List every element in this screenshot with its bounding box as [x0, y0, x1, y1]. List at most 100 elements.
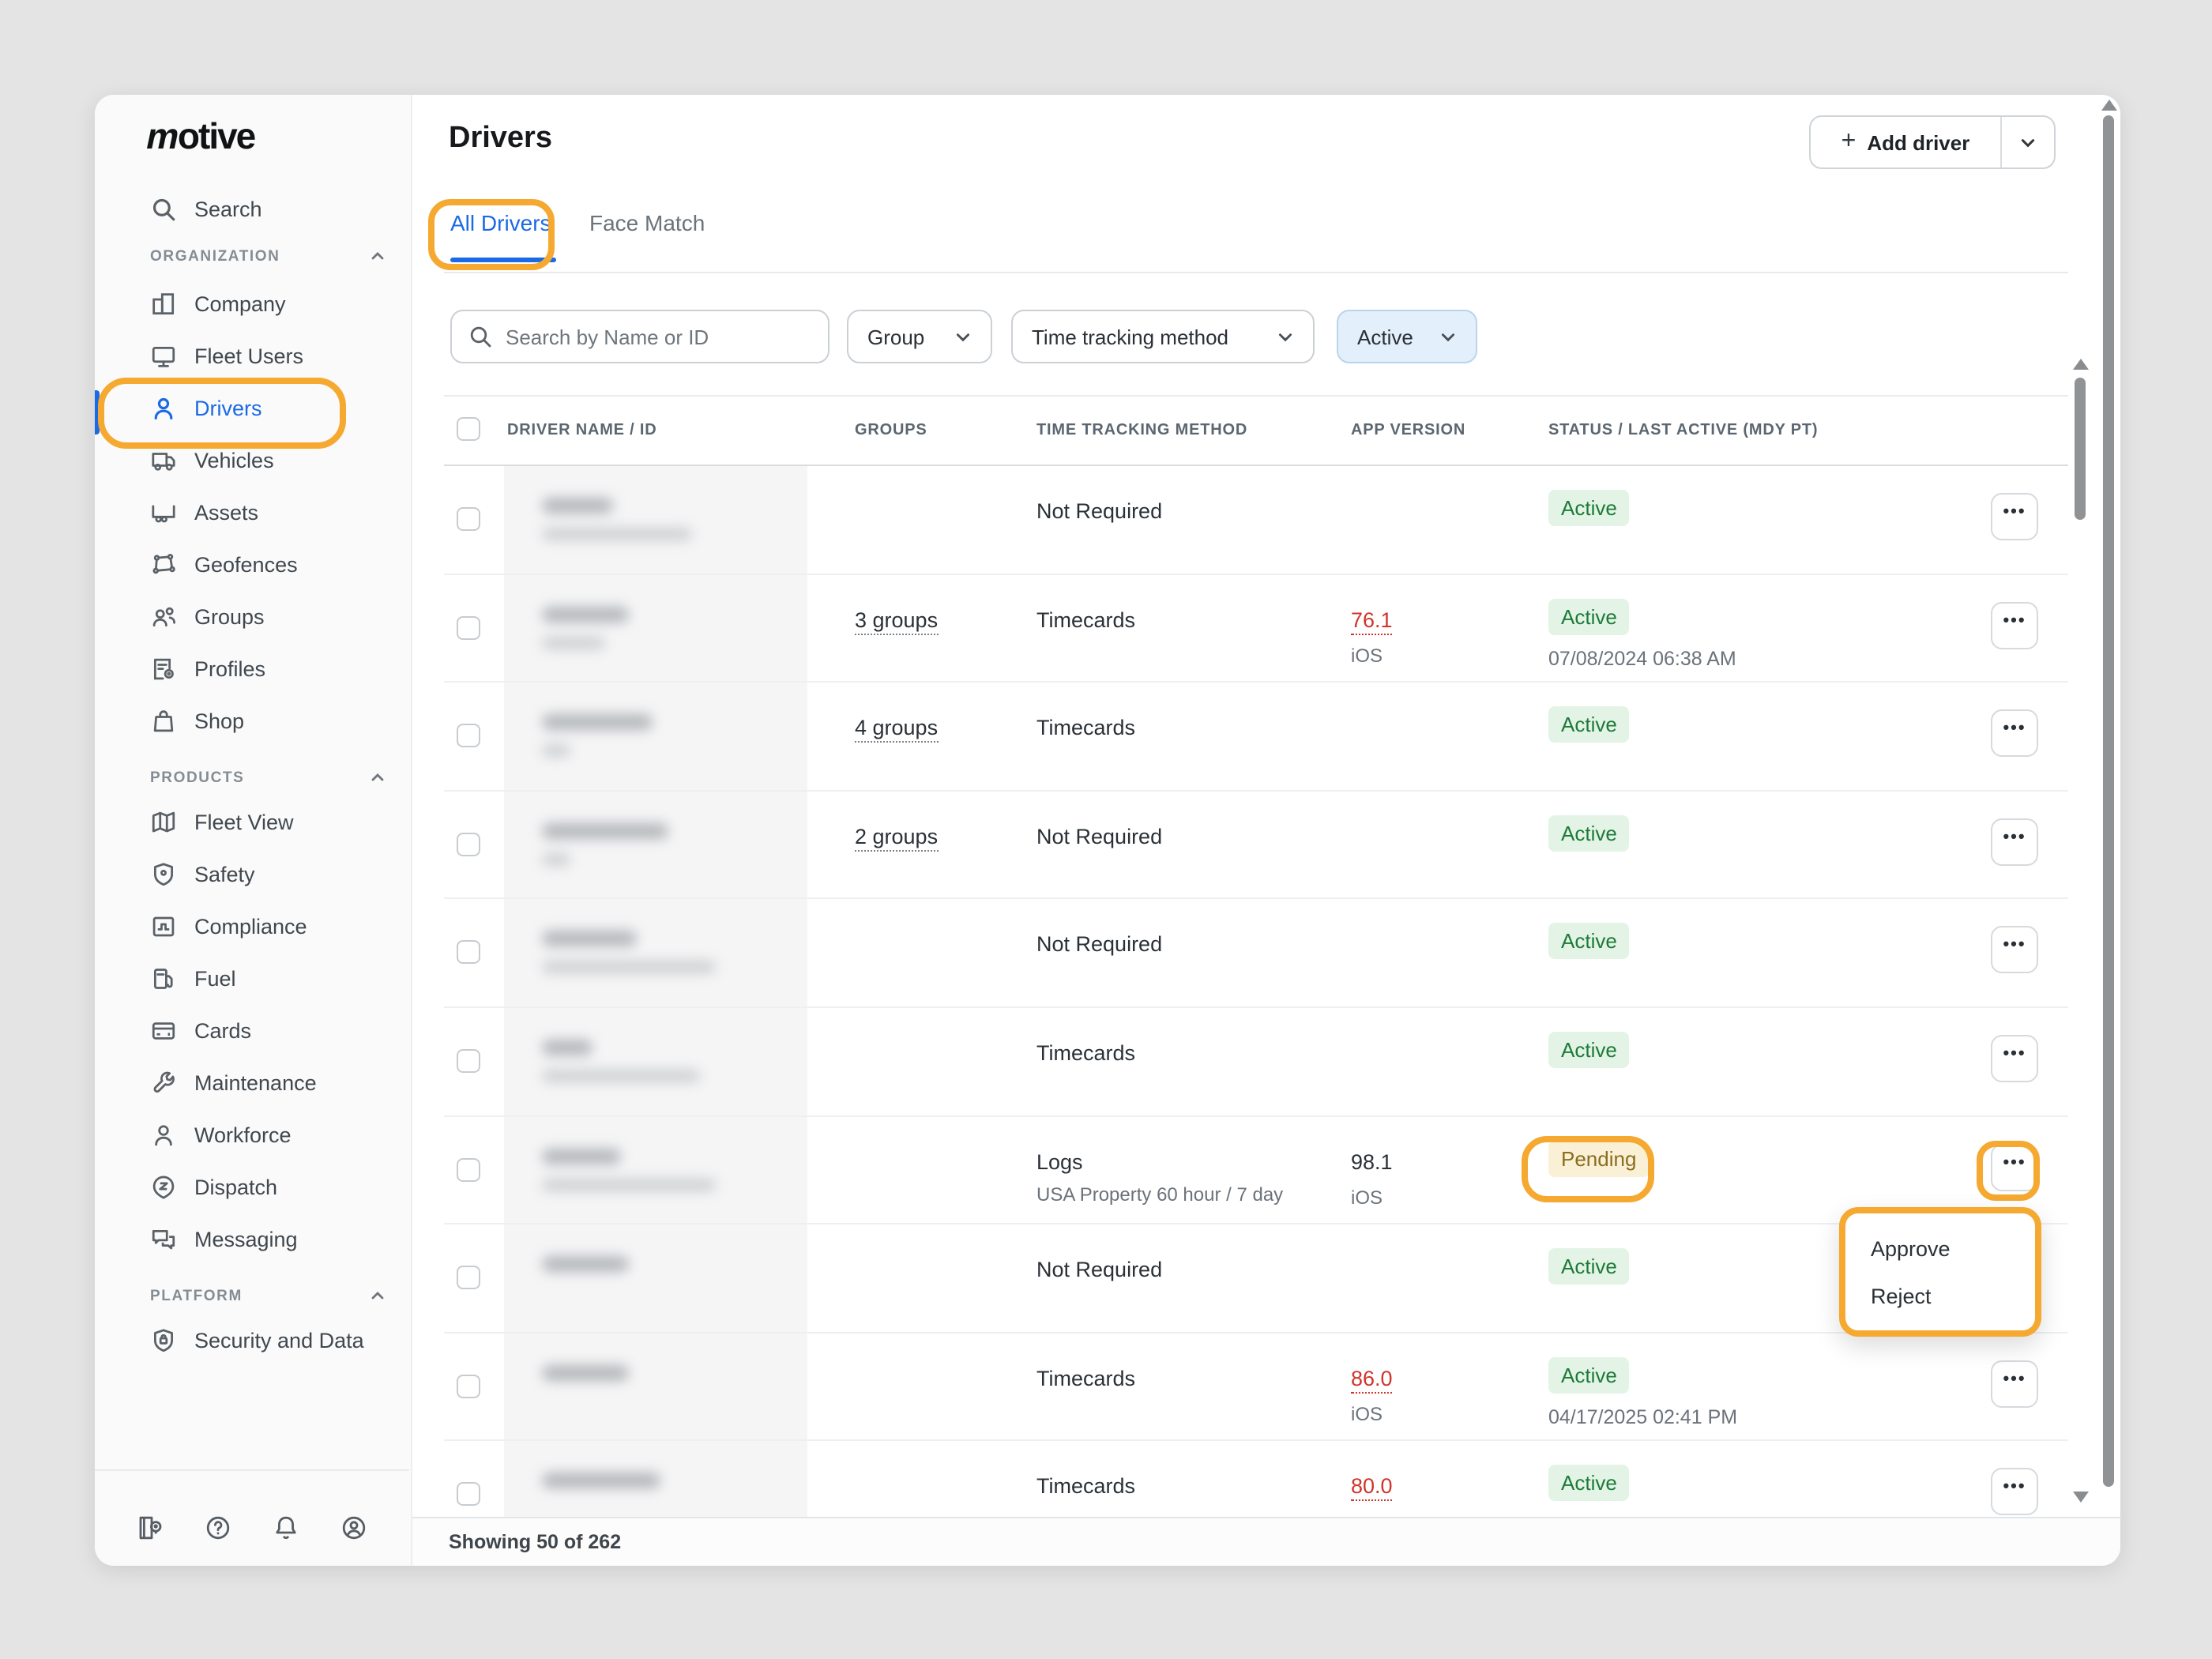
- app-os-value: iOS: [1351, 644, 1382, 666]
- section-label: ORGANIZATION: [150, 247, 280, 265]
- help-icon[interactable]: [204, 1514, 232, 1542]
- sidebar-item-cards[interactable]: Cards: [95, 1008, 411, 1052]
- row-checkbox[interactable]: [457, 1049, 480, 1073]
- row-checkbox[interactable]: [457, 507, 480, 531]
- tab-all-drivers[interactable]: All Drivers: [450, 210, 551, 235]
- add-driver-split-button: + Add driver: [1809, 115, 2056, 169]
- chevron-down-icon: [954, 328, 972, 345]
- table-scrollbar-down-arrow[interactable]: [2073, 1492, 2089, 1503]
- group-filter-dropdown[interactable]: Group: [847, 310, 992, 363]
- map-icon: [150, 808, 177, 835]
- row-actions-button[interactable]: •••: [1991, 709, 2038, 757]
- column-header-time-tracking-method[interactable]: TIME TRACKING METHOD: [1036, 422, 1247, 439]
- row-actions-button[interactable]: •••: [1991, 818, 2038, 866]
- column-header-driver-name[interactable]: DRIVER NAME / ID: [507, 422, 657, 439]
- redacted-driver-id: [542, 636, 605, 649]
- sidebar-item-label: Shop: [194, 709, 244, 732]
- section-label: PLATFORM: [150, 1287, 243, 1304]
- page-scrollbar-thumb[interactable]: [2103, 115, 2114, 1487]
- select-all-checkbox[interactable]: [457, 417, 480, 441]
- table-scrollbar-up-arrow[interactable]: [2073, 359, 2089, 370]
- row-checkbox[interactable]: [457, 833, 480, 856]
- groups-link[interactable]: 4 groups: [855, 716, 938, 743]
- add-driver-button[interactable]: + Add driver: [1811, 117, 2000, 167]
- sidebar-item-company[interactable]: Company: [95, 281, 411, 325]
- row-checkbox[interactable]: [457, 615, 480, 639]
- sidebar-item-fuel[interactable]: Fuel: [95, 956, 411, 1000]
- column-header-app-version[interactable]: APP VERSION: [1351, 422, 1465, 439]
- sidebar-item-label: Fleet Users: [194, 344, 303, 367]
- driver-search-field[interactable]: [450, 310, 830, 363]
- sidebar-item-safety[interactable]: Safety: [95, 852, 411, 896]
- section-label: PRODUCTS: [150, 769, 244, 786]
- row-actions-button[interactable]: •••: [1991, 1360, 2038, 1408]
- search-input[interactable]: [502, 323, 801, 350]
- row-checkbox[interactable]: [457, 1157, 480, 1181]
- sidebar-item-vehicles[interactable]: Vehicles: [95, 438, 411, 482]
- redacted-driver-name: [542, 714, 653, 730]
- sidebar-item-fleet-view[interactable]: Fleet View: [95, 799, 411, 844]
- tab-face-match[interactable]: Face Match: [589, 210, 705, 235]
- app-version-link[interactable]: 86.0: [1351, 1367, 1393, 1394]
- sidebar-item-shop[interactable]: Shop: [95, 698, 411, 743]
- row-checkbox[interactable]: [457, 1266, 480, 1289]
- menu-item-reject[interactable]: Reject: [1845, 1272, 2035, 1319]
- row-actions-button[interactable]: •••: [1991, 601, 2038, 649]
- status-filter-dropdown[interactable]: Active: [1337, 310, 1477, 363]
- sidebar-item-drivers[interactable]: Drivers: [95, 386, 411, 430]
- sidebar-item-search[interactable]: Search: [95, 186, 411, 231]
- page-scrollbar-up-arrow[interactable]: [2101, 100, 2117, 111]
- sidebar-item-fleet-users[interactable]: Fleet Users: [95, 333, 411, 378]
- sidebar-item-messaging[interactable]: Messaging: [95, 1217, 411, 1261]
- sidebar-item-maintenance[interactable]: Maintenance: [95, 1060, 411, 1104]
- app-version-link[interactable]: 80.0: [1351, 1475, 1393, 1502]
- sidebar-item-label: Messaging: [194, 1227, 298, 1251]
- column-header-status-last-active[interactable]: STATUS / LAST ACTIVE (MDY PT): [1548, 422, 1818, 439]
- add-driver-dropdown-button[interactable]: [2000, 117, 2054, 167]
- column-header-groups[interactable]: GROUPS: [855, 422, 927, 439]
- groups-link[interactable]: 3 groups: [855, 608, 938, 634]
- row-actions-button[interactable]: •••: [1991, 927, 2038, 974]
- account-icon[interactable]: [340, 1514, 368, 1542]
- menu-item-approve[interactable]: Approve: [1845, 1224, 2035, 1272]
- status-badge: Active: [1548, 1248, 1630, 1285]
- chevron-up-icon: [370, 248, 386, 264]
- row-checkbox[interactable]: [457, 1375, 480, 1398]
- bell-icon[interactable]: [272, 1514, 300, 1542]
- row-actions-button[interactable]: •••: [1991, 1469, 2038, 1516]
- row-actions-button[interactable]: •••: [1991, 493, 2038, 540]
- groups-link[interactable]: 2 groups: [855, 825, 938, 852]
- time-tracking-method-value: Timecards: [1036, 1475, 1135, 1499]
- time-tracking-method-value: Timecards: [1036, 1041, 1135, 1065]
- main-content: Drivers + Add driver All Drivers Face Ma…: [412, 95, 2120, 1566]
- redacted-driver-name: [542, 1365, 629, 1381]
- row-checkbox[interactable]: [457, 724, 480, 747]
- sidebar-section-products[interactable]: PRODUCTS: [95, 758, 411, 796]
- sidebar-item-geofences[interactable]: Geofences: [95, 542, 411, 586]
- sidebar-item-label: Company: [194, 292, 286, 315]
- row-actions-button-open[interactable]: •••: [1991, 1143, 2038, 1191]
- sidebar-item-dispatch[interactable]: Dispatch: [95, 1164, 411, 1209]
- row-checkbox[interactable]: [457, 941, 480, 965]
- sidebar-item-compliance[interactable]: Compliance: [95, 904, 411, 948]
- table-scrollbar-thumb[interactable]: [2075, 378, 2086, 520]
- sidebar-divider: [95, 1469, 409, 1471]
- app-window: mmotiveotive Search ORGANIZATION Company…: [0, 0, 2212, 1659]
- time-tracking-method-filter-dropdown[interactable]: Time tracking method: [1011, 310, 1315, 363]
- app-version-link[interactable]: 76.1: [1351, 608, 1393, 634]
- logbook-location-icon[interactable]: [136, 1514, 164, 1542]
- sidebar-item-security-and-data[interactable]: Security and Data: [95, 1318, 411, 1362]
- sidebar-item-assets[interactable]: Assets: [95, 490, 411, 534]
- row-checkbox[interactable]: [457, 1483, 480, 1507]
- row-actions-button[interactable]: •••: [1991, 1035, 2038, 1082]
- time-tracking-method-value: Timecards: [1036, 1367, 1135, 1390]
- sidebar-section-platform[interactable]: PLATFORM: [95, 1277, 411, 1315]
- sidebar-item-profiles[interactable]: Profiles: [95, 646, 411, 690]
- people-icon: [150, 603, 177, 630]
- redacted-driver-name: [542, 931, 637, 947]
- sidebar-item-workforce[interactable]: Workforce: [95, 1112, 411, 1157]
- sidebar-section-organization[interactable]: ORGANIZATION: [95, 237, 411, 275]
- dispatch-icon: [150, 1173, 177, 1200]
- sidebar-item-groups[interactable]: Groups: [95, 594, 411, 638]
- status-badge: Active: [1548, 924, 1630, 960]
